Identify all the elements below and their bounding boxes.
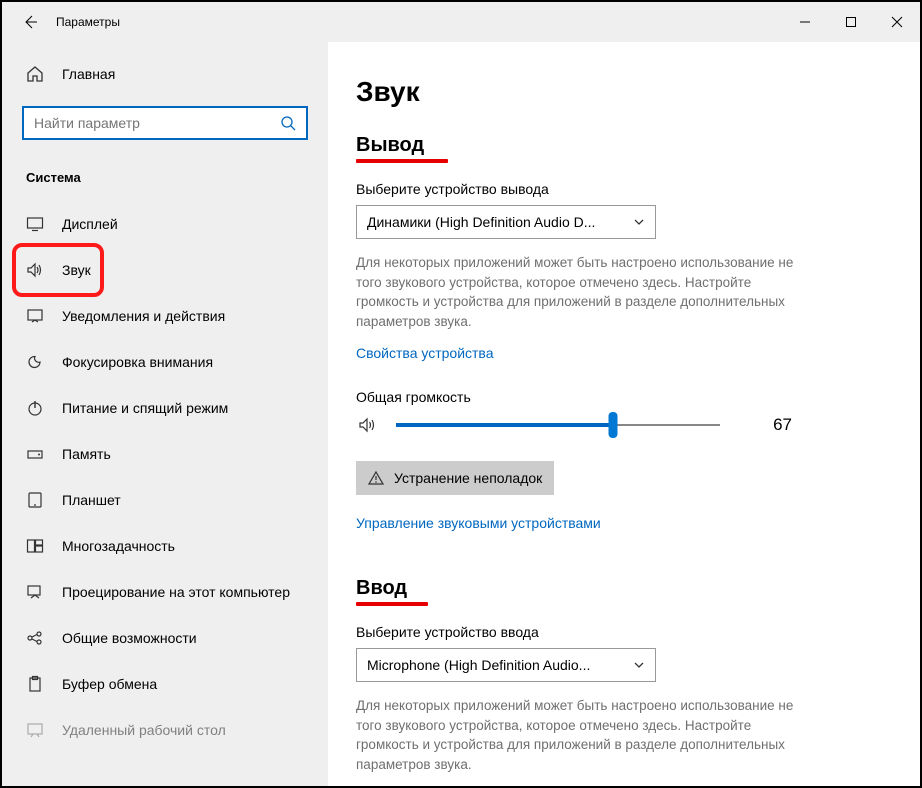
- sidebar: Главная Система Дисплей: [2, 42, 328, 786]
- maximize-icon: [845, 16, 857, 28]
- sidebar-item-tablet[interactable]: Планшет: [2, 477, 328, 523]
- annotation-underline: [356, 602, 428, 606]
- maximize-button[interactable]: [828, 2, 874, 42]
- page-title: Звук: [356, 76, 880, 108]
- input-heading: Ввод: [356, 577, 407, 600]
- sound-icon: [26, 261, 44, 279]
- input-device-value: Microphone (High Definition Audio...: [367, 657, 590, 673]
- window-title: Параметры: [52, 15, 120, 29]
- slider-fill: [396, 423, 613, 427]
- volume-label: Общая громкость: [356, 389, 880, 405]
- back-button[interactable]: [8, 2, 52, 42]
- home-icon: [26, 65, 44, 83]
- sidebar-item-label: Память: [62, 446, 111, 462]
- projecting-icon: [26, 583, 44, 601]
- remote-icon: [26, 721, 44, 739]
- sidebar-item-label: Буфер обмена: [62, 676, 157, 692]
- close-button[interactable]: [874, 2, 920, 42]
- output-device-properties-link[interactable]: Свойства устройства: [356, 345, 494, 361]
- output-hint: Для некоторых приложений может быть наст…: [356, 253, 796, 331]
- chevron-down-icon: [633, 216, 645, 228]
- warning-icon: [368, 470, 384, 486]
- search-input[interactable]: [32, 114, 278, 132]
- focus-icon: [26, 353, 44, 371]
- search-icon: [278, 115, 298, 131]
- output-select-label: Выберите устройство вывода: [356, 181, 880, 197]
- sidebar-item-label: Фокусировка внимания: [62, 354, 213, 370]
- sidebar-item-focus[interactable]: Фокусировка внимания: [2, 339, 328, 385]
- sidebar-nav: Дисплей Звук Уведомления и действия: [2, 193, 328, 753]
- sidebar-home-label: Главная: [62, 66, 115, 82]
- manage-sound-devices-link[interactable]: Управление звуковыми устройствами: [356, 515, 601, 531]
- speaker-icon: [356, 415, 380, 435]
- display-icon: [26, 215, 44, 233]
- window-controls: [782, 2, 920, 42]
- close-icon: [891, 16, 903, 28]
- sidebar-item-power[interactable]: Питание и спящий режим: [2, 385, 328, 431]
- sidebar-item-label: Удаленный рабочий стол: [62, 722, 226, 738]
- sidebar-home[interactable]: Главная: [2, 54, 328, 94]
- minimize-icon: [799, 16, 811, 28]
- power-icon: [26, 399, 44, 417]
- sidebar-item-label: Дисплей: [62, 216, 118, 232]
- multitask-icon: [26, 537, 44, 555]
- tablet-icon: [26, 491, 44, 509]
- volume-row: 67: [356, 415, 796, 435]
- sidebar-item-display[interactable]: Дисплей: [2, 201, 328, 247]
- sidebar-item-clipboard[interactable]: Буфер обмена: [2, 661, 328, 707]
- input-select-label: Выберите устройство ввода: [356, 624, 880, 640]
- output-heading: Вывод: [356, 134, 424, 157]
- sidebar-item-shared[interactable]: Общие возможности: [2, 615, 328, 661]
- input-device-select[interactable]: Microphone (High Definition Audio...: [356, 648, 656, 682]
- notifications-icon: [26, 307, 44, 325]
- arrow-left-icon: [22, 14, 38, 30]
- sidebar-item-storage[interactable]: Память: [2, 431, 328, 477]
- titlebar: Параметры: [2, 2, 920, 42]
- sidebar-item-projecting[interactable]: Проецирование на этот компьютер: [2, 569, 328, 615]
- sidebar-item-label: Питание и спящий режим: [62, 400, 228, 416]
- sidebar-item-sound[interactable]: Звук: [2, 247, 328, 293]
- chevron-down-icon: [633, 659, 645, 671]
- minimize-button[interactable]: [782, 2, 828, 42]
- troubleshoot-label: Устранение неполадок: [394, 470, 542, 486]
- search-box[interactable]: [22, 106, 308, 140]
- clipboard-icon: [26, 675, 44, 693]
- sidebar-item-notifications[interactable]: Уведомления и действия: [2, 293, 328, 339]
- sidebar-item-label: Многозадачность: [62, 538, 175, 554]
- output-device-value: Динамики (High Definition Audio D...: [367, 214, 595, 230]
- settings-window: Параметры Главная: [2, 2, 920, 786]
- sidebar-item-label: Звук: [62, 262, 91, 278]
- shared-icon: [26, 629, 44, 647]
- sidebar-item-multitask[interactable]: Многозадачность: [2, 523, 328, 569]
- volume-slider[interactable]: [396, 415, 720, 435]
- content-area: Звук Вывод Выберите устройство вывода Ди…: [328, 42, 920, 786]
- slider-thumb[interactable]: [609, 412, 618, 438]
- volume-value: 67: [736, 415, 796, 435]
- sidebar-item-label: Планшет: [62, 492, 121, 508]
- storage-icon: [26, 445, 44, 463]
- output-device-select[interactable]: Динамики (High Definition Audio D...: [356, 205, 656, 239]
- annotation-underline: [356, 159, 448, 163]
- sidebar-item-label: Проецирование на этот компьютер: [62, 584, 290, 600]
- input-hint: Для некоторых приложений может быть наст…: [356, 696, 796, 774]
- sidebar-item-remote[interactable]: Удаленный рабочий стол: [2, 707, 328, 753]
- sidebar-item-label: Общие возможности: [62, 630, 197, 646]
- sidebar-group-label: Система: [2, 146, 328, 193]
- troubleshoot-button[interactable]: Устранение неполадок: [356, 461, 554, 495]
- sidebar-item-label: Уведомления и действия: [62, 308, 225, 324]
